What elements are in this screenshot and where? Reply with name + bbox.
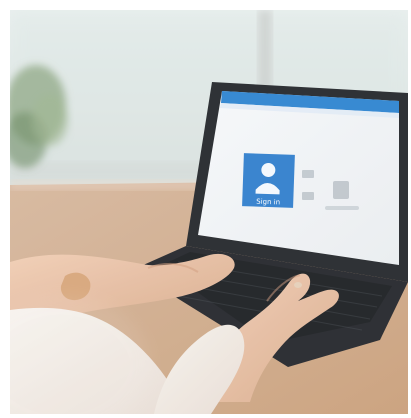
photo-frame: Sign in	[0, 0, 411, 418]
scene-illustration: Sign in	[10, 10, 408, 414]
office-laptop-photo: Sign in	[10, 10, 408, 414]
